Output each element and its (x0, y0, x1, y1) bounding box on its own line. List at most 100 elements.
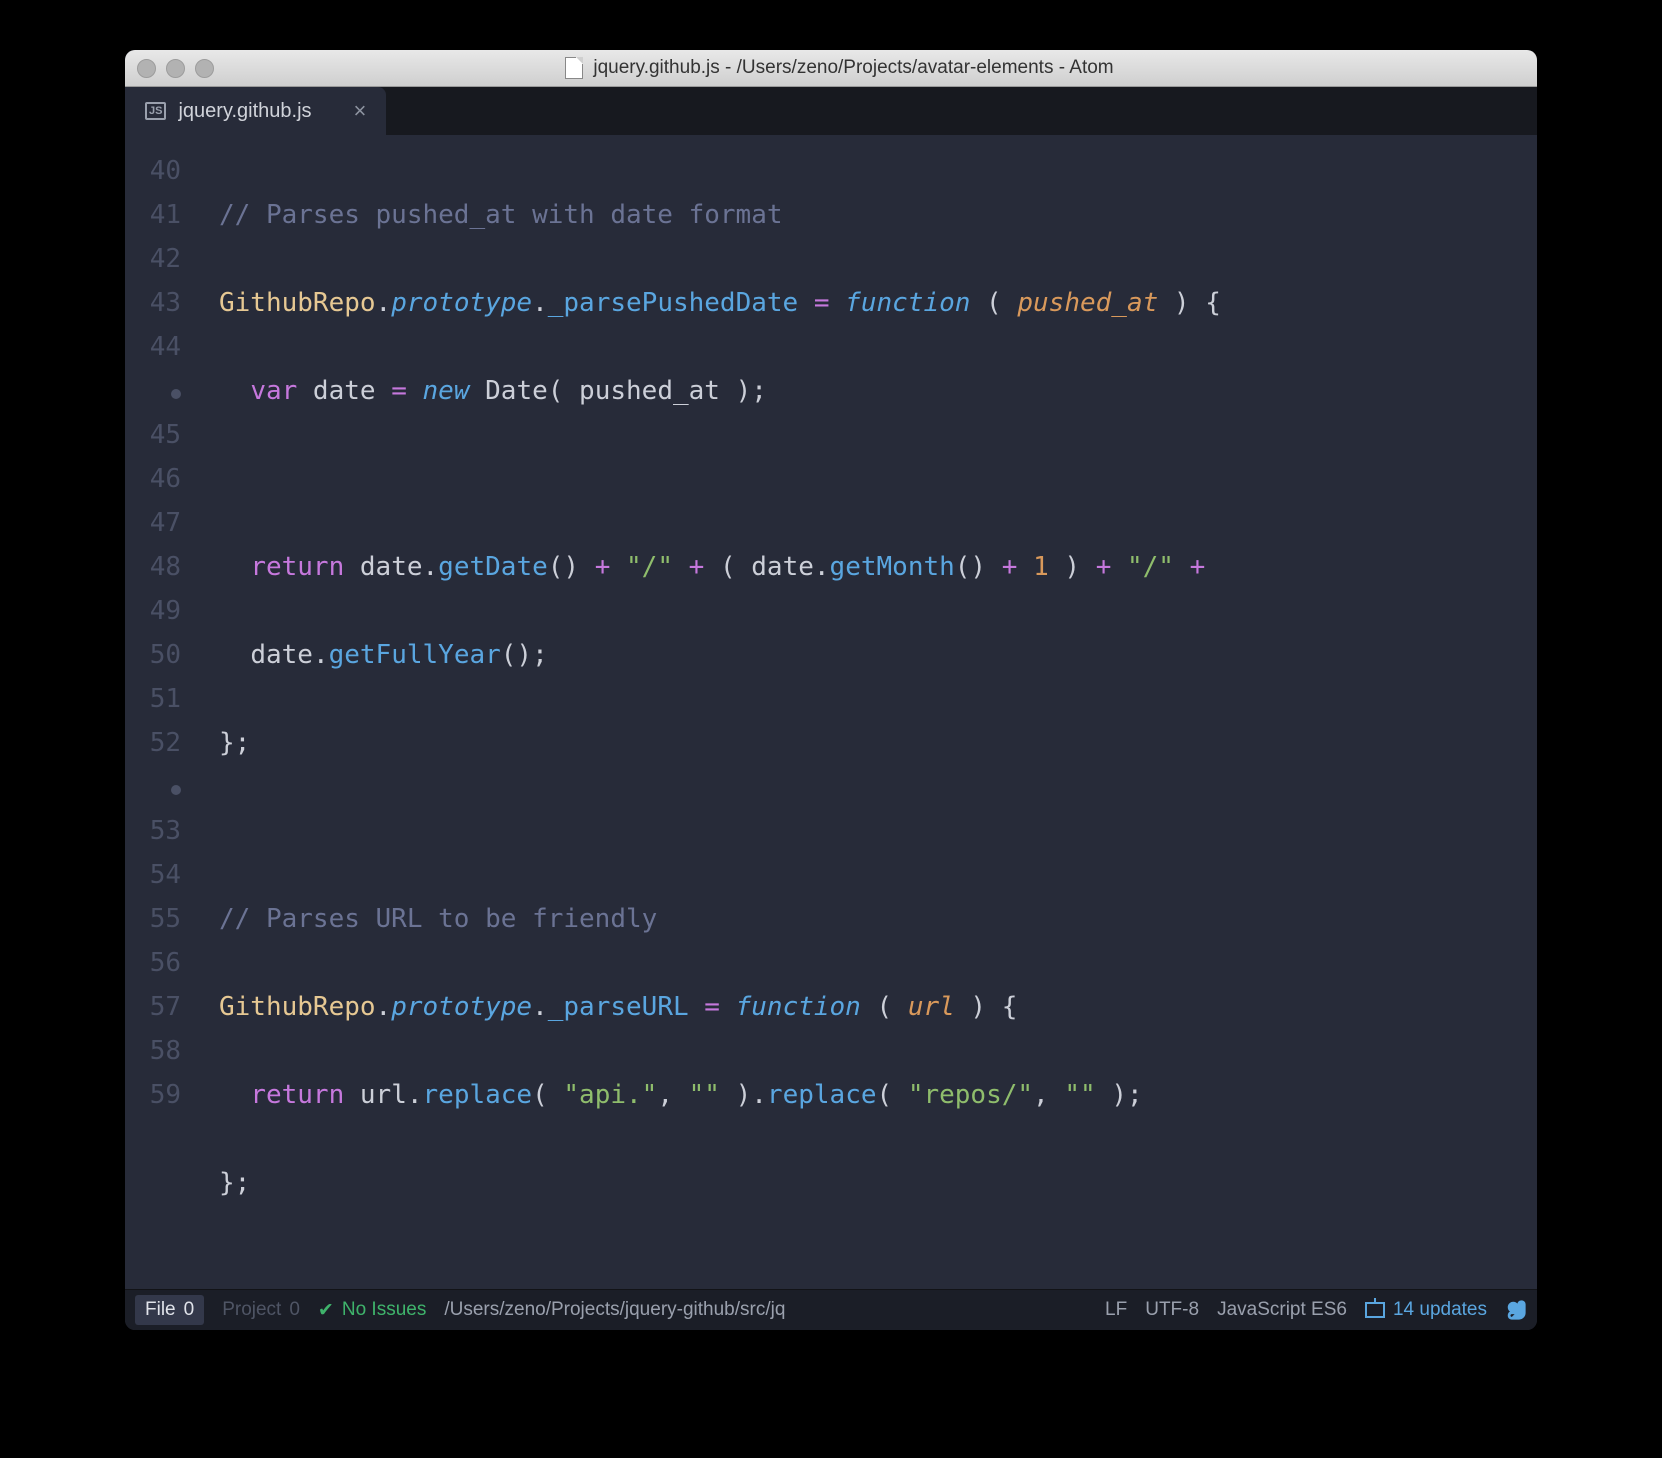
line-number[interactable]: 41 (125, 193, 195, 237)
tab-active[interactable]: JS jquery.github.js × (125, 87, 386, 135)
titlebar[interactable]: jquery.github.js - /Users/zeno/Projects/… (125, 50, 1537, 87)
window-controls (137, 59, 214, 78)
line-number[interactable]: 50 (125, 633, 195, 677)
line-number[interactable]: 42 (125, 237, 195, 281)
code-token: . (376, 288, 392, 318)
js-file-icon: JS (145, 102, 166, 120)
code-token: }; (219, 728, 250, 758)
code-token (219, 640, 250, 670)
code-token: "" (689, 1080, 720, 1110)
line-number[interactable]: 57 (125, 985, 195, 1029)
line-number[interactable]: 55 (125, 897, 195, 941)
code-token: ); (1096, 1080, 1143, 1110)
line-number[interactable]: 52 (125, 721, 195, 765)
code-token: . (313, 640, 329, 670)
status-file-count[interactable]: File 0 (135, 1295, 204, 1325)
code-token: var (250, 376, 297, 406)
zoom-window-icon[interactable] (195, 59, 214, 78)
code-token: ( (861, 992, 908, 1022)
status-eol[interactable]: LF (1105, 1299, 1127, 1321)
fold-marker-icon[interactable] (125, 369, 195, 413)
squirrel-icon[interactable] (1505, 1299, 1527, 1321)
line-number[interactable]: 45 (125, 413, 195, 457)
window-title: jquery.github.js - /Users/zeno/Projects/… (224, 57, 1455, 79)
line-number[interactable]: 49 (125, 589, 195, 633)
code-token (610, 552, 626, 582)
line-number[interactable]: 47 (125, 501, 195, 545)
check-icon: ✔ (318, 1299, 334, 1322)
code-token: ( (970, 288, 1017, 318)
code-token: _parsePushedDate (548, 288, 798, 318)
line-number[interactable]: 59 (125, 1073, 195, 1117)
code-token: , (1033, 1080, 1064, 1110)
code-token: // Parses pushed_at with date format (219, 200, 783, 230)
window-title-text: jquery.github.js - /Users/zeno/Projects/… (593, 57, 1113, 79)
code-token: = (689, 992, 736, 1022)
status-file-label: File (145, 1299, 176, 1321)
code-token: . (532, 992, 548, 1022)
code-token: getFullYear (329, 640, 501, 670)
code-token: function (736, 992, 861, 1022)
fold-marker-icon[interactable] (125, 765, 195, 809)
line-number-gutter[interactable]: 40 41 42 43 44 45 46 47 48 49 50 51 52 5… (125, 135, 195, 1289)
code-token: . (751, 1080, 767, 1110)
status-updates[interactable]: 14 updates (1365, 1299, 1487, 1321)
code-token (1174, 552, 1190, 582)
close-tab-icon[interactable]: × (354, 98, 367, 124)
code-token: . (423, 552, 439, 582)
close-window-icon[interactable] (137, 59, 156, 78)
code-content[interactable]: // Parses pushed_at with date format Git… (195, 135, 1537, 1289)
line-number[interactable]: 56 (125, 941, 195, 985)
code-token: "" (1064, 1080, 1095, 1110)
package-icon (1365, 1302, 1385, 1318)
code-token: getMonth (830, 552, 955, 582)
status-grammar[interactable]: JavaScript ES6 (1217, 1299, 1347, 1321)
code-token: ) (720, 1080, 751, 1110)
status-linter[interactable]: ✔ No Issues (318, 1299, 426, 1322)
line-number[interactable]: 58 (125, 1029, 195, 1073)
status-filepath[interactable]: /Users/zeno/Projects/jquery-github/src/j… (444, 1299, 785, 1321)
code-token: return (250, 552, 344, 582)
line-number[interactable]: 51 (125, 677, 195, 721)
line-number[interactable]: 53 (125, 809, 195, 853)
code-token (219, 552, 250, 582)
line-number[interactable]: 48 (125, 545, 195, 589)
tab-bar[interactable]: JS jquery.github.js × (125, 87, 1537, 135)
line-number[interactable]: 40 (125, 149, 195, 193)
code-token: "repos/" (908, 1080, 1033, 1110)
status-updates-text: 14 updates (1393, 1299, 1487, 1321)
code-token: . (376, 992, 392, 1022)
code-token: prototype (391, 992, 532, 1022)
code-token: . (814, 552, 830, 582)
code-token: // Parses URL to be friendly (219, 904, 657, 934)
code-token: 1 (1033, 552, 1049, 582)
code-token: replace (767, 1080, 877, 1110)
minimize-window-icon[interactable] (166, 59, 185, 78)
code-token: replace (423, 1080, 533, 1110)
code-token: + (1002, 552, 1018, 582)
code-token: date (297, 376, 391, 406)
code-token: ) { (955, 992, 1018, 1022)
line-number[interactable]: 44 (125, 325, 195, 369)
status-encoding[interactable]: UTF-8 (1145, 1299, 1199, 1321)
status-bar[interactable]: File 0 Project 0 ✔ No Issues /Users/zeno… (125, 1289, 1537, 1330)
code-token: + (1190, 552, 1206, 582)
code-token: + (689, 552, 705, 582)
line-number[interactable]: 54 (125, 853, 195, 897)
code-token: , (657, 1080, 688, 1110)
line-number[interactable]: 46 (125, 457, 195, 501)
code-token: url (908, 992, 955, 1022)
code-token: "api." (563, 1080, 657, 1110)
code-token: GithubRepo (219, 992, 376, 1022)
line-number[interactable]: 43 (125, 281, 195, 325)
status-linter-text: No Issues (342, 1299, 426, 1321)
code-token: getDate (438, 552, 548, 582)
code-token: ( (877, 1080, 908, 1110)
status-project-count[interactable]: Project 0 (222, 1299, 300, 1321)
code-token (673, 552, 689, 582)
code-token (407, 376, 423, 406)
editor-area[interactable]: 40 41 42 43 44 45 46 47 48 49 50 51 52 5… (125, 135, 1537, 1289)
code-token (219, 376, 250, 406)
code-token: ) (1049, 552, 1096, 582)
code-token: . (407, 1080, 423, 1110)
